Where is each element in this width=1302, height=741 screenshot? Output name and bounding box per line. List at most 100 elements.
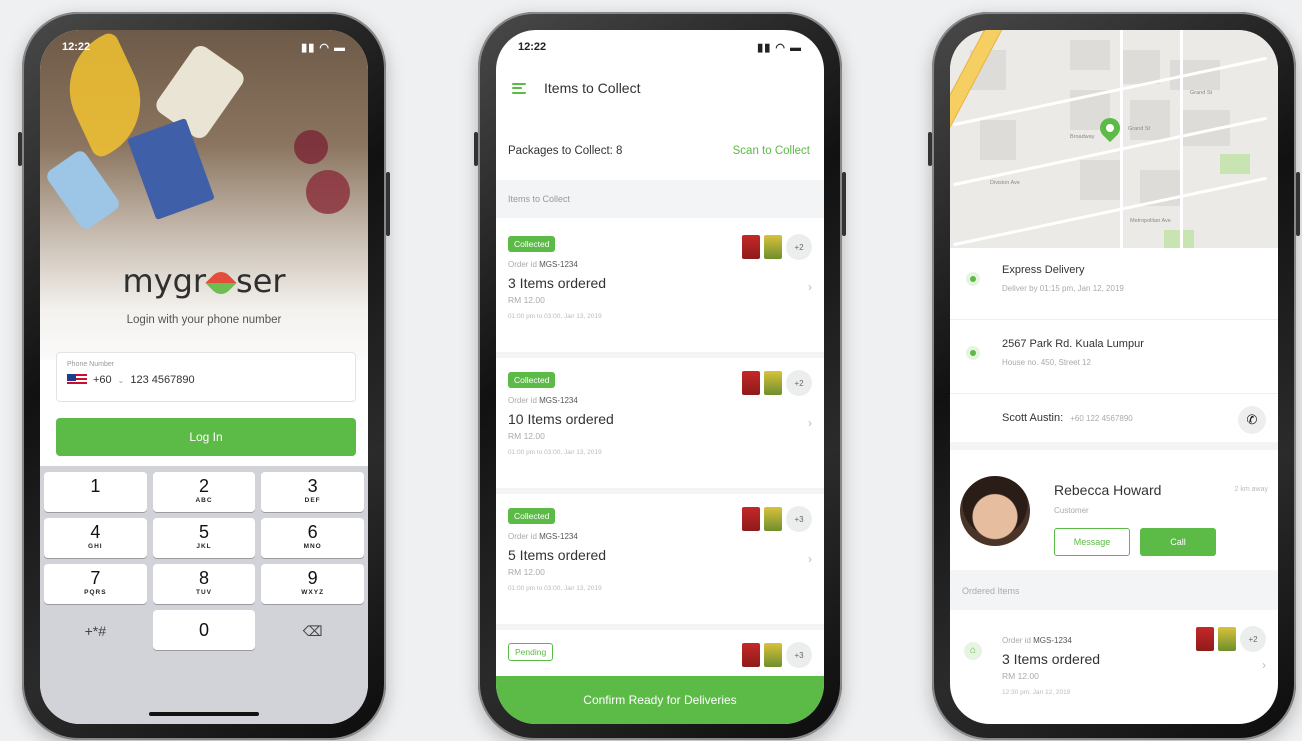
signal-battery-icon: ▮▮ ◠ ▬ [757, 41, 802, 54]
address-line: 2567 Park Rd. Kuala Lumpur [1002, 338, 1144, 350]
address-row: 2567 Park Rd. Kuala Lumpur House no. 450… [950, 322, 1278, 394]
product-thumbnail [1218, 627, 1236, 651]
menu-icon[interactable] [512, 82, 526, 94]
chevron-down-icon[interactable]: ⌄ [118, 376, 125, 385]
keypad-key-symbols[interactable]: +*# [44, 610, 147, 650]
status-badge: Pending [508, 643, 554, 661]
chevron-right-icon[interactable]: › [808, 280, 812, 294]
customer-name: Rebecca Howard [1054, 482, 1162, 498]
status-time: 12:22 [518, 41, 547, 53]
keypad-key-2[interactable]: 2 ABC [152, 472, 256, 512]
ordered-items-header: Ordered Items [950, 570, 1278, 610]
product-thumbnail [742, 235, 760, 259]
order-price: RM 12.00 [508, 567, 545, 577]
signal-battery-icon: ▮▮ ◠ ▬ [301, 41, 346, 54]
order-card[interactable]: Collected +2 Order id MGS-1234 10 Items ord… [496, 358, 824, 494]
login-screen: 12:22 ▮▮ ◠ ▬ mygr ser Login with your pho… [40, 30, 368, 724]
product-thumbnail [742, 643, 760, 667]
keypad-key-4[interactable]: 4 GHI [44, 518, 147, 558]
section-header: Items to Collect [496, 180, 824, 218]
order-date: 12:30 pm, Jan 12, 2019 [1002, 689, 1071, 696]
product-thumbnail [764, 507, 782, 531]
keypad-key-1[interactable]: 1 [44, 472, 147, 512]
order-id: MGS-1234 [539, 396, 578, 405]
phone-number-field[interactable]: Phone Number +60 ⌄ 123 4567890 [56, 352, 356, 402]
customer-role: Customer [1054, 506, 1089, 515]
product-thumbnail [764, 235, 782, 259]
ordered-item-card[interactable]: ⌂ Order id MGS-1234 3 Items ordered RM 1… [950, 618, 1278, 714]
product-thumbnail [764, 371, 782, 395]
more-items-badge: +3 [786, 642, 812, 668]
collect-screen: 12:22 ▮▮ ◠ ▬ Items to Collect Packages t… [496, 30, 824, 724]
order-date: 01:00 pm to 03:00, Jan 13, 2019 [508, 313, 602, 320]
call-button[interactable]: Call [1140, 528, 1216, 556]
keypad-key-6[interactable]: 6 MNO [261, 518, 364, 558]
keypad-key-7[interactable]: 7 PQRS [44, 564, 147, 604]
phone-delivery: Grand St Broadway Metropolitan Ave Divis… [928, 12, 1300, 740]
product-thumbnails: +2 [1196, 626, 1266, 652]
phone-call-icon[interactable]: ✆ [1238, 406, 1266, 434]
order-price: RM 12.00 [508, 431, 545, 441]
order-card[interactable]: Collected +2 Order id MGS-1234 3 Items orde… [496, 222, 824, 358]
customer-card: Rebecca Howard Customer 2 km away Messag… [950, 458, 1278, 568]
contact-row: Scott Austin: +60 122 4567890 ✆ [950, 394, 1278, 450]
status-bar: 12:22 ▮▮ ◠ ▬ [40, 30, 368, 64]
backspace-icon[interactable]: ⌫ [261, 610, 364, 650]
keypad-key-5[interactable]: 5 JKL [152, 518, 256, 558]
order-price: RM 12.00 [508, 295, 545, 305]
delivery-type: Express Delivery [1002, 264, 1085, 276]
confirm-ready-button[interactable]: Confirm Ready for Deliveries [496, 676, 824, 724]
us-flag-icon [67, 374, 87, 386]
order-title: 10 Items ordered [508, 411, 614, 427]
address-detail: House no. 450, Street 12 [1002, 358, 1091, 367]
chevron-right-icon[interactable]: › [808, 416, 812, 430]
order-title: 3 Items ordered [508, 275, 607, 291]
app-showcase: 12:22 ▮▮ ◠ ▬ mygr ser Login with your pho… [0, 0, 1302, 741]
keypad-key-0[interactable]: 0 [152, 610, 256, 650]
product-thumbnail [1196, 627, 1214, 651]
customer-avatar [960, 476, 1030, 546]
keypad-key-8[interactable]: 8 TUV [152, 564, 256, 604]
order-id: MGS-1234 [1033, 636, 1072, 645]
collect-header: Items to Collect [512, 80, 810, 96]
numeric-keypad: 1 2 ABC 3 DEF 4 GHI 5 JKL 6 MNO 7 PQRS 8 TUV 9 WXYZ +*# 0 ⌫ [40, 466, 368, 724]
status-time: 12:22 [62, 41, 91, 53]
more-items-badge: +2 [1240, 626, 1266, 652]
delivery-deadline: Deliver by 01:15 pm, Jan 12, 2019 [1002, 284, 1124, 293]
keypad-key-3[interactable]: 3 DEF [261, 472, 364, 512]
order-title: 3 Items ordered [1002, 651, 1101, 667]
delivery-map[interactable]: Grand St Broadway Metropolitan Ave Divis… [950, 30, 1278, 248]
more-items-badge: +3 [786, 506, 812, 532]
delivery-type-row: Express Delivery Deliver by 01:15 pm, Ja… [950, 248, 1278, 320]
status-badge: Collected [508, 508, 556, 524]
phone-number-input[interactable]: 123 4567890 [130, 374, 194, 386]
login-button[interactable]: Log In [56, 418, 356, 456]
customer-distance: 2 km away [1234, 486, 1268, 493]
country-code-select[interactable]: +60 [93, 374, 112, 386]
keypad-key-9[interactable]: 9 WXYZ [261, 564, 364, 604]
scan-to-collect-link[interactable]: Scan to Collect [733, 145, 810, 157]
app-logo: mygr ser [122, 262, 286, 300]
order-list: Collected +2 Order id MGS-1234 3 Items orde… [496, 222, 824, 724]
contact-phone: +60 122 4567890 [1070, 414, 1133, 423]
chevron-right-icon[interactable]: › [808, 552, 812, 566]
logo-leaf-icon [205, 267, 237, 299]
product-thumbnails: +3 [742, 642, 812, 668]
page-title: Items to Collect [544, 80, 641, 96]
packages-count: Packages to Collect: 8 [508, 145, 623, 157]
status-badge: Collected [508, 236, 556, 252]
order-date: 01:00 pm to 03:00, Jan 13, 2019 [508, 585, 602, 592]
order-card[interactable]: Collected +3 Order id MGS-1234 5 Items orde… [496, 494, 824, 630]
status-bar: 12:22 ▮▮ ◠ ▬ [496, 30, 824, 64]
order-price: RM 12.00 [1002, 671, 1039, 681]
product-thumbnails: +2 [742, 370, 812, 396]
message-button[interactable]: Message [1054, 528, 1130, 556]
groceries-hero-image [40, 30, 368, 360]
phone-login: 12:22 ▮▮ ◠ ▬ mygr ser Login with your pho… [18, 12, 390, 740]
login-subtitle: Login with your phone number [126, 314, 282, 326]
product-thumbnail [764, 643, 782, 667]
phone-collect: 12:22 ▮▮ ◠ ▬ Items to Collect Packages t… [474, 12, 846, 740]
product-thumbnails: +2 [742, 234, 812, 260]
packages-row: Packages to Collect: 8 Scan to Collect [508, 145, 810, 157]
chevron-right-icon[interactable]: › [1262, 658, 1266, 672]
